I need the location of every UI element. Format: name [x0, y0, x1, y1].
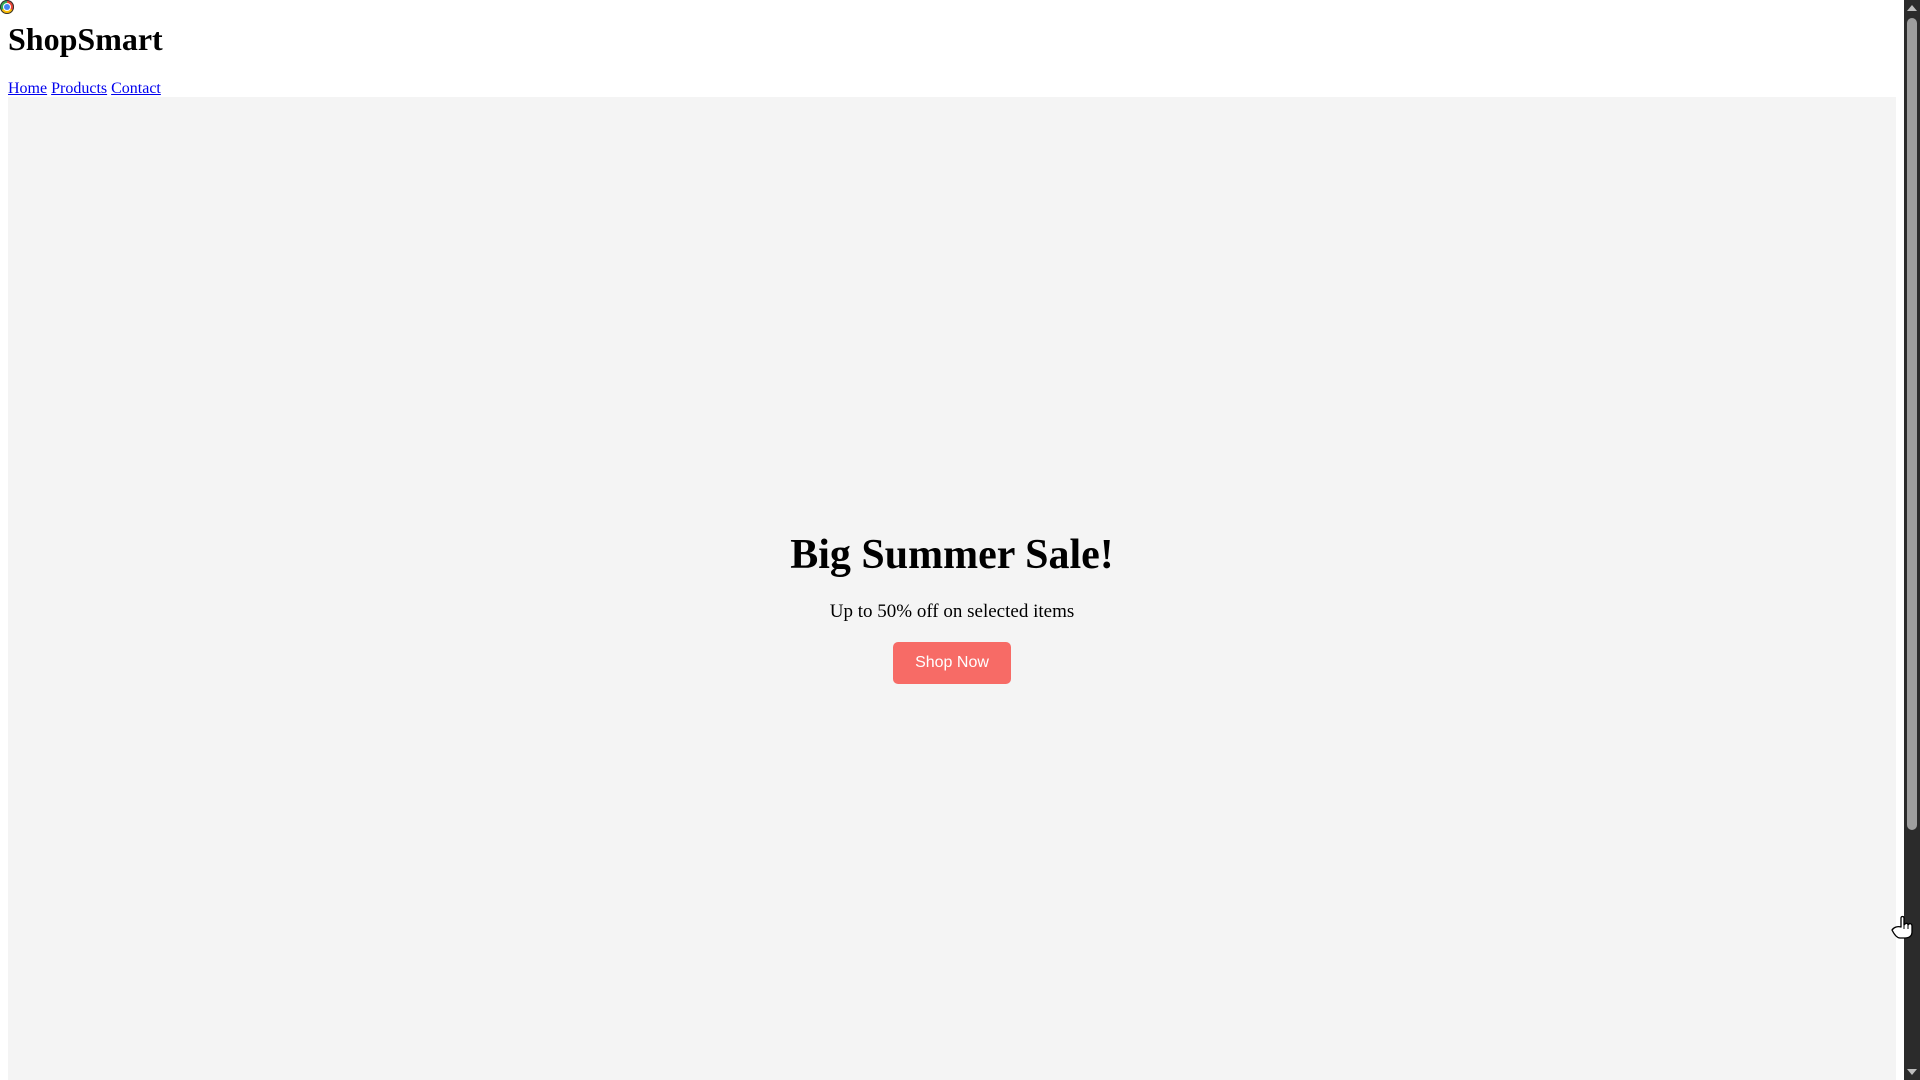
hero-subtitle: Up to 50% off on selected items — [829, 601, 1075, 622]
site-title: ShopSmart — [8, 21, 163, 57]
hero-title: Big Summer Sale! — [790, 532, 1114, 578]
nav-link-products[interactable]: Products — [51, 80, 107, 97]
shop-now-button[interactable]: Shop Now — [893, 642, 1011, 684]
main-nav: Home Products Contact — [8, 79, 165, 99]
scroll-up-arrow-icon[interactable] — [1907, 5, 1917, 11]
chrome-icon — [0, 0, 14, 14]
hero-banner: Big Summer Sale! Up to 50% off on select… — [8, 97, 1896, 1080]
scrollbar-thumb[interactable] — [1907, 18, 1917, 830]
hand-cursor-icon — [1891, 915, 1913, 939]
browser-viewport: ShopSmart Home Products Contact Big Summer… — [0, 0, 1904, 1080]
scroll-down-arrow-icon[interactable] — [1907, 1069, 1917, 1075]
nav-link-home[interactable]: Home — [8, 80, 47, 97]
nav-link-contact[interactable]: Contact — [111, 80, 161, 97]
hero-content: Big Summer Sale! Up to 50% off on select… — [8, 530, 1896, 684]
